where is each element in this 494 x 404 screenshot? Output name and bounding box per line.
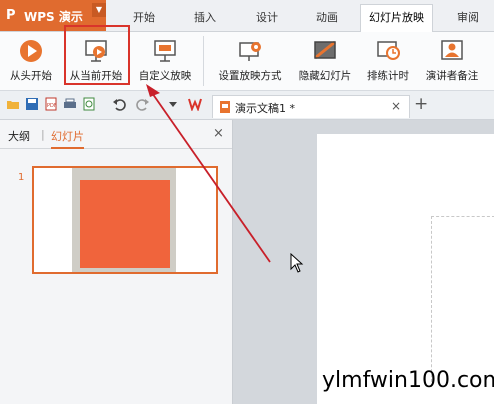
- watermark-text: ylmfwin100.com: [322, 368, 494, 393]
- mouse-cursor-icon: [290, 253, 304, 273]
- annotation-arrow: [146, 84, 271, 263]
